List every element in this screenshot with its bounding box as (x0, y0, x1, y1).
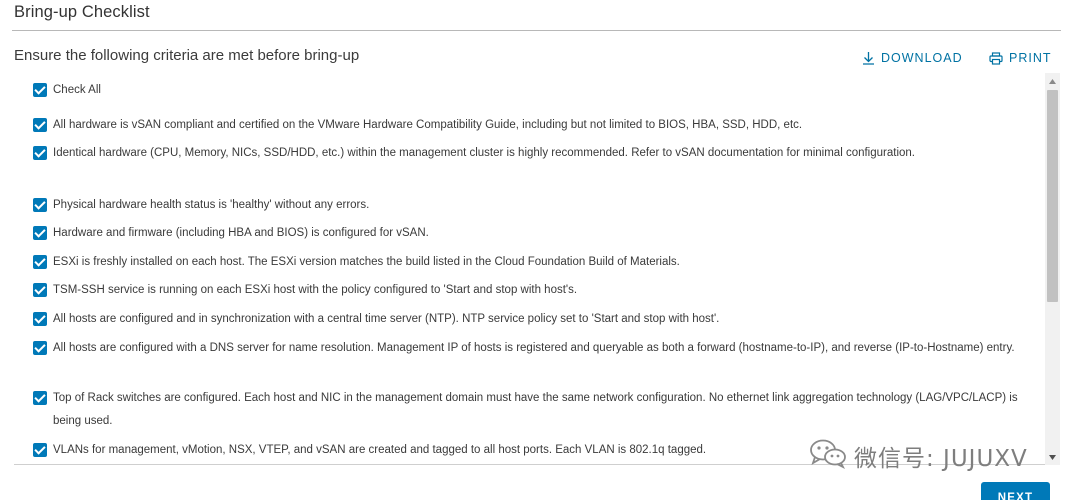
check-all-checkbox[interactable] (33, 83, 47, 97)
wechat-icon (808, 437, 848, 475)
checklist-item-label: All hosts are configured and in synchron… (53, 313, 720, 325)
print-button[interactable]: PRINT (989, 50, 1052, 66)
download-icon (862, 51, 875, 65)
next-button[interactable]: NEXT (981, 482, 1050, 500)
scroll-down-icon[interactable] (1045, 449, 1060, 465)
checklist-item-label: ESXi is freshly installed on each host. … (53, 256, 680, 268)
checklist-item-label: Identical hardware (CPU, Memory, NICs, S… (53, 147, 915, 159)
checklist-checkbox[interactable] (33, 443, 47, 457)
title-divider (12, 30, 1061, 31)
check-all-item[interactable]: Check All (33, 79, 1023, 102)
checklist-scrollbar[interactable] (1045, 73, 1060, 465)
checklist-checkbox[interactable] (33, 283, 47, 297)
checklist-checkbox[interactable] (33, 198, 47, 212)
checklist-checkbox[interactable] (33, 312, 47, 326)
watermark-text: 微信号: JUJUXV (854, 446, 1028, 472)
checklist-subtitle: Ensure the following criteria are met be… (14, 47, 360, 64)
checklist-item-label: Hardware and firmware (including HBA and… (53, 227, 429, 239)
checklist-item-label: All hardware is vSAN compliant and certi… (53, 119, 803, 131)
download-label: DOWNLOAD (881, 51, 963, 65)
wechat-watermark: 微信号: JUJUXV (808, 437, 1028, 475)
checklist-item-label: Physical hardware health status is 'heal… (53, 199, 370, 211)
print-label: PRINT (1009, 51, 1052, 65)
checklist-checkbox[interactable] (33, 146, 47, 160)
checklist-item[interactable]: Hardware and firmware (including HBA and… (33, 222, 1023, 245)
checklist-panel: Check All All hardware is vSAN compliant… (14, 73, 1059, 465)
checklist-item[interactable]: All hardware is vSAN compliant and certi… (33, 114, 1023, 137)
download-button[interactable]: DOWNLOAD (862, 50, 963, 66)
checklist-item[interactable]: Physical hardware health status is 'heal… (33, 194, 1023, 217)
checklist-item-label: Check All (53, 84, 101, 96)
checklist-item-label: VLANs for management, vMotion, NSX, VTEP… (53, 444, 707, 456)
checklist-item[interactable]: All hosts are configured with a DNS serv… (33, 337, 1023, 360)
printer-icon (989, 51, 1003, 65)
page-title: Bring-up Checklist (14, 3, 150, 21)
checklist-item[interactable]: ESXi is freshly installed on each host. … (33, 251, 1023, 274)
scroll-thumb[interactable] (1047, 90, 1058, 302)
checklist-item[interactable]: Identical hardware (CPU, Memory, NICs, S… (33, 142, 1023, 165)
checklist-item[interactable]: TSM-SSH service is running on each ESXi … (33, 279, 1023, 302)
checklist-checkbox[interactable] (33, 118, 47, 132)
checklist-checkbox[interactable] (33, 391, 47, 405)
checklist-checkbox[interactable] (33, 341, 47, 355)
scroll-up-icon[interactable] (1045, 73, 1060, 89)
checklist-checkbox[interactable] (33, 255, 47, 269)
checklist-item-label: TSM-SSH service is running on each ESXi … (53, 284, 578, 296)
checklist-checkbox[interactable] (33, 226, 47, 240)
checklist-item-label: Top of Rack switches are configured. Eac… (53, 392, 1018, 427)
checklist-item[interactable]: Top of Rack switches are configured. Eac… (33, 387, 1023, 433)
checklist-item[interactable]: All hosts are configured and in synchron… (33, 308, 1023, 331)
checklist-item-label: All hosts are configured with a DNS serv… (53, 342, 1015, 354)
